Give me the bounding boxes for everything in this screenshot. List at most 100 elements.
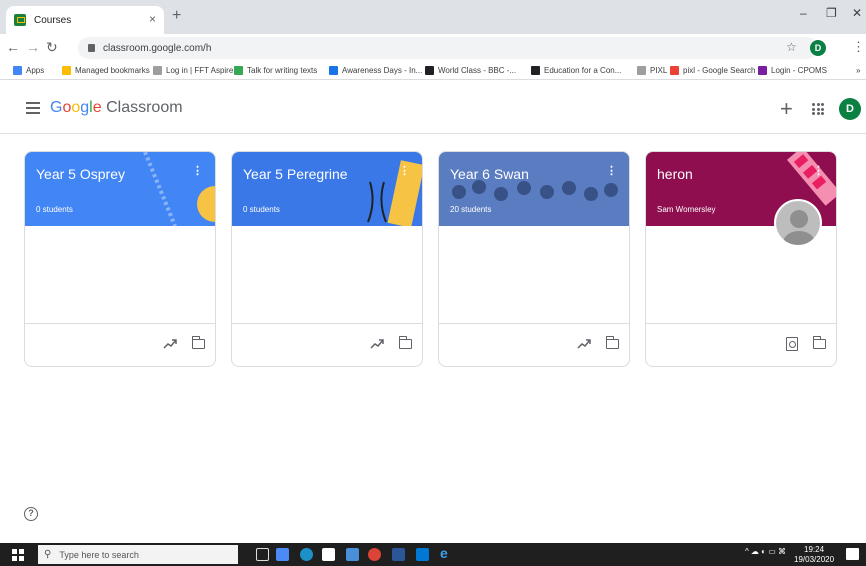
bookmark-favicon-icon (425, 66, 434, 75)
taskbar-search-input[interactable]: ⚲ Type here to search (38, 545, 238, 564)
back-arrow-icon[interactable]: ← (6, 39, 20, 55)
tab-close-icon[interactable]: × (149, 12, 156, 26)
notifications-icon[interactable] (846, 548, 859, 560)
banner-illustration (143, 152, 215, 226)
banner-illustration (439, 152, 629, 226)
bookmark-star-icon[interactable]: ☆ (786, 40, 797, 54)
course-subtitle: 0 students (243, 205, 280, 214)
url-input[interactable]: classroom.google.com/h (78, 37, 818, 59)
course-options-icon[interactable]: ⋮ (399, 164, 410, 177)
browser-menu-icon[interactable]: ⋮ (852, 39, 865, 55)
account-avatar[interactable]: D (839, 98, 861, 120)
folder-icon[interactable] (191, 336, 205, 349)
course-card-footer (439, 323, 629, 366)
bookmark-favicon-icon (234, 66, 243, 75)
assignment-ind-icon[interactable] (786, 337, 798, 351)
add-class-button[interactable]: + (780, 96, 793, 122)
bookmark-item[interactable]: Managed bookmarks (62, 66, 150, 75)
course-subtitle: 20 students (450, 205, 492, 214)
chrome-icon[interactable] (368, 548, 381, 561)
brand-google: Google (50, 99, 102, 116)
course-title[interactable]: Year 5 Peregrine (243, 166, 348, 182)
bookmark-item[interactable]: Apps (13, 66, 44, 75)
bookmark-label: Apps (26, 66, 45, 75)
bookmark-item[interactable]: Awareness Days - In... (329, 66, 422, 75)
forward-arrow-icon[interactable]: → (26, 39, 40, 55)
clock[interactable]: 19:24 19/03/2020 (794, 545, 834, 565)
course-banner[interactable]: Year 5 Osprey 0 students ⋮ (25, 152, 215, 226)
bookmarks-overflow-icon[interactable]: » (856, 66, 860, 75)
bookmark-label: PIXL (650, 66, 668, 75)
store-icon[interactable] (322, 548, 335, 561)
internet-explorer-icon[interactable]: e (440, 545, 453, 561)
bookmark-item[interactable]: Talk for writing texts (234, 66, 317, 75)
course-options-icon[interactable]: ⋮ (192, 164, 203, 177)
course-card-footer (646, 323, 836, 366)
new-tab-button[interactable]: + (172, 7, 181, 25)
windows-start-icon[interactable] (12, 549, 24, 561)
trending-up-icon[interactable] (577, 337, 591, 351)
outlook-icon[interactable] (416, 548, 429, 561)
google-classroom-logo[interactable]: Google Classroom (50, 99, 183, 117)
folder-icon[interactable] (812, 336, 826, 349)
course-subtitle: 0 students (36, 205, 73, 214)
course-banner[interactable]: Year 5 Peregrine 0 students ⋮ (232, 152, 422, 226)
teacher-avatar (774, 199, 822, 247)
course-card[interactable]: Year 5 Osprey 0 students ⋮ (24, 151, 216, 367)
bookmark-item[interactable]: pixl - Google Search (670, 66, 755, 75)
course-options-icon[interactable]: ⋮ (813, 164, 824, 177)
help-icon[interactable]: ? (24, 507, 38, 521)
course-card[interactable]: Year 5 Peregrine 0 students ⋮ (231, 151, 423, 367)
brand-classroom: Classroom (106, 99, 183, 116)
bookmark-favicon-icon (329, 66, 338, 75)
classroom-header: Google Classroom + D (0, 86, 866, 134)
edge-icon[interactable] (300, 548, 313, 561)
course-title[interactable]: Year 5 Osprey (36, 166, 125, 182)
search-icon: ⚲ (44, 549, 52, 560)
bookmark-favicon-icon (670, 66, 679, 75)
folder-icon[interactable] (398, 336, 412, 349)
minimize-button[interactable]: – (800, 6, 807, 20)
course-title[interactable]: heron (657, 166, 693, 182)
google-apps-icon[interactable] (812, 103, 824, 115)
bookmark-item[interactable]: Login - CPOMS (758, 66, 827, 75)
course-banner[interactable]: Year 6 Swan 20 students ⋮ (439, 152, 629, 226)
bookmarks-bar: » Apps Managed bookmarks Log in | FFT Aspi… (0, 62, 866, 80)
course-title[interactable]: Year 6 Swan (450, 166, 529, 182)
folder-icon[interactable] (605, 336, 619, 349)
bookmark-label: Login - CPOMS (771, 66, 828, 75)
course-card-footer (232, 323, 422, 366)
task-view-icon[interactable] (256, 548, 269, 561)
tab-courses[interactable]: Courses × (6, 6, 164, 34)
browser-profile-avatar[interactable]: D (810, 40, 826, 56)
bookmark-favicon-icon (758, 66, 767, 75)
bookmark-label: Managed bookmarks (75, 66, 150, 75)
browser-tab-bar: Courses × + – ❐ ✕ (0, 0, 866, 34)
course-options-icon[interactable]: ⋮ (606, 164, 617, 177)
course-card-footer (25, 323, 215, 366)
trending-up-icon[interactable] (163, 337, 177, 351)
clock-time: 19:24 (804, 545, 825, 554)
tab-title: Courses (34, 14, 72, 26)
maximize-button[interactable]: ❐ (826, 6, 837, 20)
mail-icon[interactable] (346, 548, 359, 561)
bookmark-item[interactable]: World Class - BBC -... (425, 66, 516, 75)
file-explorer-icon[interactable] (276, 548, 289, 561)
bookmark-favicon-icon (637, 66, 646, 75)
trending-up-icon[interactable] (370, 337, 384, 351)
windows-taskbar: ⚲ Type here to search e ^ ☁ ◐ ▭ ⌘ 19:24 … (0, 543, 866, 566)
taskbar-search-placeholder: Type here to search (59, 549, 139, 560)
bookmark-item[interactable]: PIXL (637, 66, 667, 75)
course-card[interactable]: heron Sam Womersley ⋮ (645, 151, 837, 367)
bookmark-item[interactable]: Education for a Con... (531, 66, 621, 75)
close-window-button[interactable]: ✕ (852, 6, 862, 20)
classroom-favicon-icon (14, 14, 26, 26)
main-menu-icon[interactable] (26, 102, 40, 117)
clock-date: 19/03/2020 (794, 555, 835, 564)
bookmark-label: Awareness Days - In... (342, 66, 423, 75)
course-card[interactable]: Year 6 Swan 20 students ⋮ (438, 151, 630, 367)
word-icon[interactable] (392, 548, 405, 561)
tray-icons[interactable]: ^ ☁ ◐ ▭ ⌘ (745, 547, 786, 556)
reload-icon[interactable]: ↻ (46, 39, 58, 56)
bookmark-item[interactable]: Log in | FFT Aspire (153, 66, 233, 75)
